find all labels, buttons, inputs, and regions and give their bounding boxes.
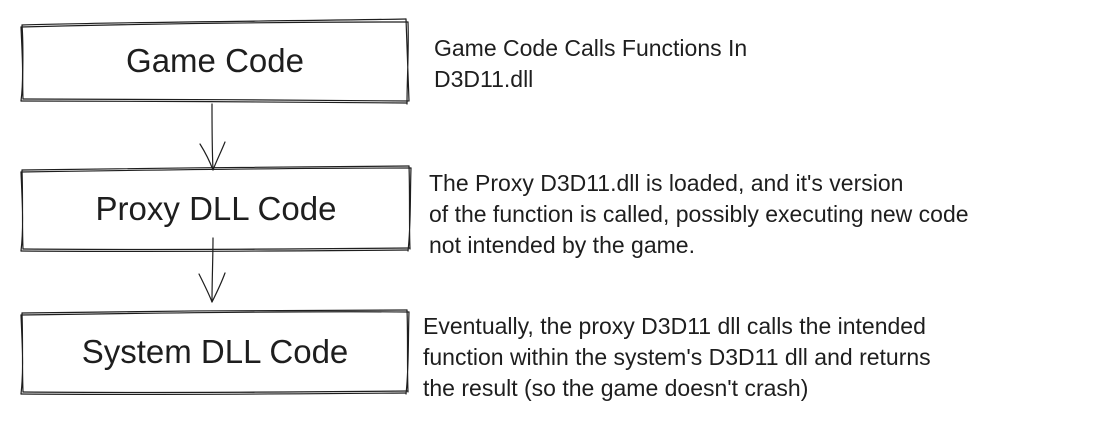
system-dll-note-line: Eventually, the proxy D3D11 dll calls th… [423, 313, 926, 339]
system-dll-note-line: the result (so the game doesn't crash) [423, 375, 809, 401]
game-code-note-line: Game Code Calls Functions In [434, 35, 748, 61]
game-code-note-line: D3D11.dll [434, 66, 534, 92]
system-dll-code-box-label: System DLL Code [81, 333, 349, 370]
proxy-dll-note-line: The Proxy D3D11.dll is loaded, and it's … [429, 170, 904, 196]
proxy-dll-note: The Proxy D3D11.dll is loaded, and it's … [429, 168, 969, 261]
game-code-box-label: Game Code [126, 42, 304, 79]
system-dll-note: Eventually, the proxy D3D11 dll calls th… [423, 311, 931, 404]
proxy-dll-code-box-label: Proxy DLL Code [95, 190, 337, 227]
proxy-dll-note-line: not intended by the game. [429, 232, 695, 258]
arrow-game-to-proxy [199, 103, 226, 171]
system-dll-note-line: function within the system's D3D11 dll a… [423, 344, 931, 370]
game-code-note: Game Code Calls Functions In D3D11.dll [434, 33, 747, 95]
proxy-dll-note-line: of the function is called, possibly exec… [429, 201, 969, 227]
